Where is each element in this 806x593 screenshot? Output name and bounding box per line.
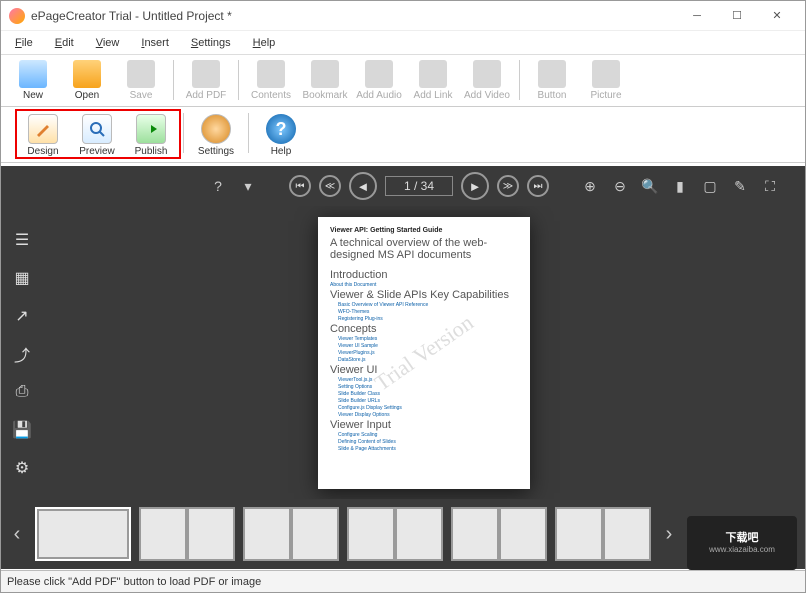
design-icon xyxy=(28,114,58,144)
thumbnail-3[interactable] xyxy=(243,507,339,561)
save-icon xyxy=(127,60,155,88)
new-file-icon xyxy=(19,60,47,88)
toolbar-separator xyxy=(519,60,520,100)
open-button[interactable]: Open xyxy=(61,58,113,103)
picture-icon xyxy=(592,60,620,88)
thumb-prev-button[interactable]: ‹ xyxy=(7,523,27,546)
publish-button[interactable]: Publish xyxy=(125,111,177,160)
thumbnail-2[interactable] xyxy=(139,507,235,561)
thumbnails-icon[interactable]: ▦ xyxy=(11,268,33,288)
last-page-button[interactable]: ⏭ xyxy=(527,175,549,197)
chevron-down-icon[interactable]: ▾ xyxy=(237,175,259,197)
add-link-button[interactable]: Add Link xyxy=(407,58,459,103)
app-icon xyxy=(9,8,25,24)
toolbar-separator xyxy=(173,60,174,100)
search-icon[interactable]: 🔍 xyxy=(639,175,661,197)
zoom-out-icon[interactable]: ⊖ xyxy=(609,175,631,197)
viewer-toolbar: ? ▾ ⏮ ≪ ◄ 1 / 34 ► ≫ ⏭ ⊕ ⊖ 🔍 ▮ ▢ ✎ ⛶ xyxy=(1,166,805,206)
zoom-in-icon[interactable]: ⊕ xyxy=(579,175,601,197)
prev-page-button[interactable]: ◄ xyxy=(349,172,377,200)
toolbar-separator xyxy=(238,60,239,100)
add-video-button[interactable]: Add Video xyxy=(461,58,513,103)
page-title: Viewer API: Getting Started Guide xyxy=(330,227,518,234)
add-audio-button[interactable]: Add Audio xyxy=(353,58,405,103)
toc-icon[interactable]: ☰ xyxy=(11,230,33,250)
video-icon xyxy=(473,60,501,88)
button-icon xyxy=(538,60,566,88)
bookmark-button[interactable]: Bookmark xyxy=(299,58,351,103)
title-bar: ePageCreator Trial - Untitled Project * … xyxy=(1,1,805,31)
design-button[interactable]: Design xyxy=(17,111,69,160)
toolbar-separator xyxy=(183,113,184,153)
contents-button[interactable]: Contents xyxy=(245,58,297,103)
help-button[interactable]: ? Help xyxy=(255,111,307,160)
save-button[interactable]: Save xyxy=(115,58,167,103)
main-toolbar: New Open Save Add PDF Contents Bookmark … xyxy=(1,55,805,107)
export-icon[interactable]: ⤴ xyxy=(11,344,33,364)
maximize-button[interactable]: ☐ xyxy=(717,4,757,28)
brand-logo: 下载吧 www.xiazaiba.com xyxy=(687,516,797,570)
preview-icon xyxy=(82,114,112,144)
menu-help[interactable]: Help xyxy=(253,37,276,49)
folder-open-icon xyxy=(73,60,101,88)
page-canvas[interactable]: Viewer API: Getting Started Guide A tech… xyxy=(43,206,805,499)
bookmark-icon[interactable]: ▮ xyxy=(669,175,691,197)
menu-settings[interactable]: Settings xyxy=(191,37,231,49)
page-preview: Viewer API: Getting Started Guide A tech… xyxy=(318,217,530,489)
settings-button[interactable]: Settings xyxy=(190,111,242,160)
close-button[interactable]: ✕ xyxy=(757,4,797,28)
pdf-icon xyxy=(192,60,220,88)
viewer-panel: ? ▾ ⏮ ≪ ◄ 1 / 34 ► ≫ ⏭ ⊕ ⊖ 🔍 ▮ ▢ ✎ ⛶ ☰ ▦… xyxy=(1,166,805,569)
window-title: ePageCreator Trial - Untitled Project * xyxy=(31,9,677,23)
help-icon: ? xyxy=(266,114,296,144)
thumbnail-strip: ‹ › xyxy=(1,499,805,569)
menu-edit[interactable]: Edit xyxy=(55,37,74,49)
fast-forward-button[interactable]: ≫ xyxy=(497,175,519,197)
toolbar-separator xyxy=(248,113,249,153)
thumb-next-button[interactable]: › xyxy=(659,523,679,546)
note-icon[interactable]: ▢ xyxy=(699,175,721,197)
menu-bar: File Edit View Insert Settings Help xyxy=(1,31,805,55)
button-tool[interactable]: Button xyxy=(526,58,578,103)
thumbnail-1[interactable] xyxy=(35,507,131,561)
viewer-main: ☰ ▦ ↗ ⤴ ⎙ 💾 ⚙ Viewer API: Getting Starte… xyxy=(1,206,805,499)
menu-insert[interactable]: Insert xyxy=(141,37,169,49)
new-button[interactable]: New xyxy=(7,58,59,103)
picture-button[interactable]: Picture xyxy=(580,58,632,103)
bookmark-icon xyxy=(311,60,339,88)
link-icon xyxy=(419,60,447,88)
menu-view[interactable]: View xyxy=(96,37,120,49)
help-icon[interactable]: ? xyxy=(207,175,229,197)
fullscreen-icon[interactable]: ⛶ xyxy=(759,175,781,197)
preview-button[interactable]: Preview xyxy=(71,111,123,160)
thumbnail-5[interactable] xyxy=(451,507,547,561)
rewind-button[interactable]: ≪ xyxy=(319,175,341,197)
download-icon[interactable]: 💾 xyxy=(11,420,33,440)
settings-gear-icon[interactable]: ⚙ xyxy=(11,458,33,478)
gear-icon xyxy=(201,114,231,144)
viewer-sidebar: ☰ ▦ ↗ ⤴ ⎙ 💾 ⚙ xyxy=(1,206,43,499)
publish-icon xyxy=(136,114,166,144)
thumbnail-4[interactable] xyxy=(347,507,443,561)
add-pdf-button[interactable]: Add PDF xyxy=(180,58,232,103)
status-message: Please click "Add PDF" button to load PD… xyxy=(7,576,261,588)
menu-file[interactable]: File xyxy=(15,37,33,49)
page-indicator[interactable]: 1 / 34 xyxy=(385,176,453,196)
audio-icon xyxy=(365,60,393,88)
minimize-button[interactable]: ─ xyxy=(677,4,717,28)
thumbnail-6[interactable] xyxy=(555,507,651,561)
first-page-button[interactable]: ⏮ xyxy=(289,175,311,197)
status-bar: Please click "Add PDF" button to load PD… xyxy=(1,570,805,592)
pencil-icon[interactable]: ✎ xyxy=(729,175,751,197)
secondary-toolbar: Design Preview Publish Settings ? Help xyxy=(1,107,805,163)
next-page-button[interactable]: ► xyxy=(461,172,489,200)
contents-icon xyxy=(257,60,285,88)
print-icon[interactable]: ⎙ xyxy=(11,382,33,402)
share-icon[interactable]: ↗ xyxy=(11,306,33,326)
